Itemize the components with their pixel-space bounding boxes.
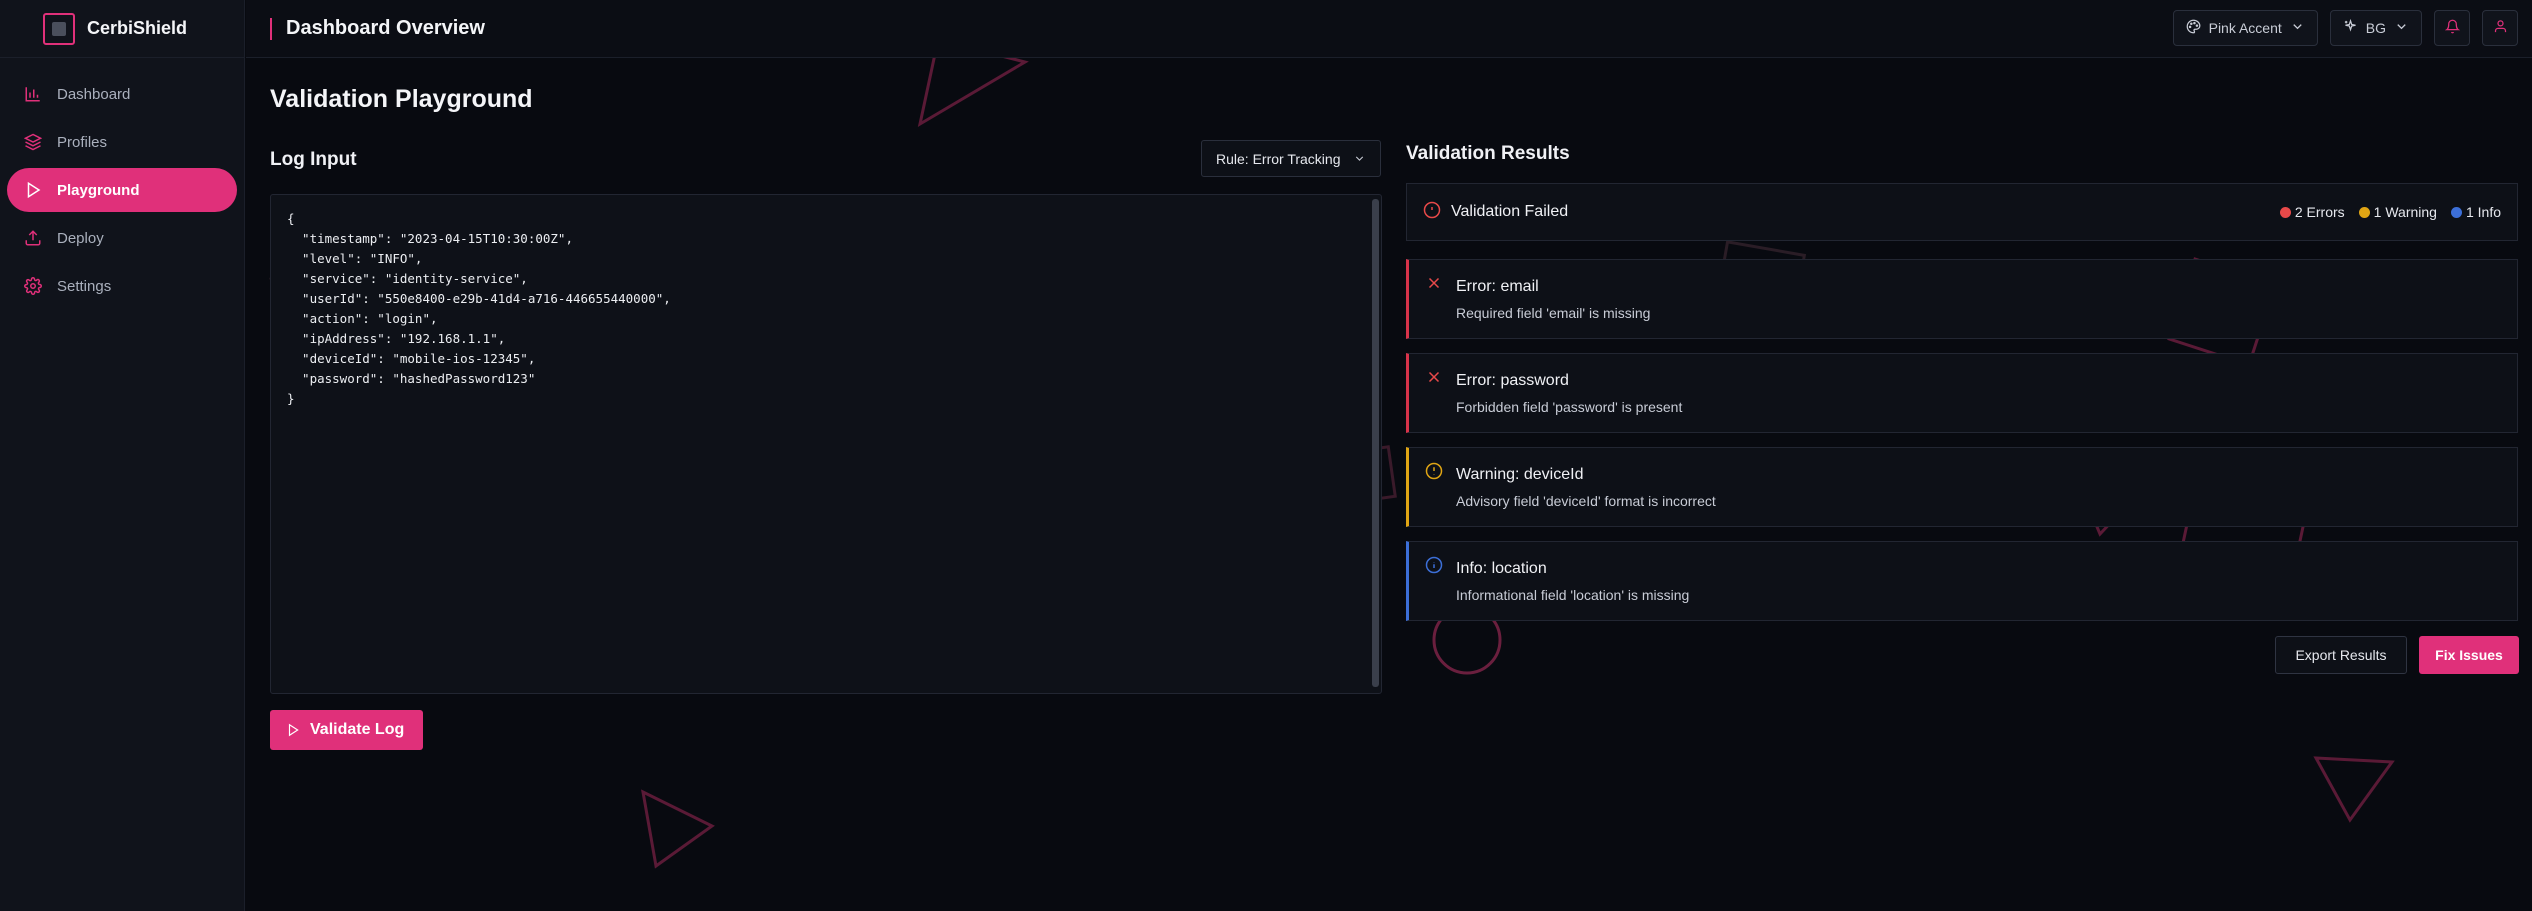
result-title: Error: password xyxy=(1456,372,1569,389)
header-title: Dashboard Overview xyxy=(286,17,485,39)
result-item-info-location[interactable]: Info: location Informational field 'loca… xyxy=(1406,541,2518,621)
sidebar-item-deploy[interactable]: Deploy xyxy=(7,216,237,260)
alert-circle-icon xyxy=(1425,462,1443,480)
info-icon xyxy=(1425,556,1443,574)
sidebar-item-dashboard[interactable]: Dashboard xyxy=(7,72,237,116)
result-message: Informational field 'location' is missin… xyxy=(1456,587,1690,603)
background-select-label: BG xyxy=(2365,20,2386,36)
sidebar-item-settings[interactable]: Settings xyxy=(7,264,237,308)
brand-logo-icon xyxy=(43,12,75,45)
rule-select[interactable]: Rule: Error Tracking xyxy=(1201,140,1381,177)
export-results-button[interactable]: Export Results xyxy=(2275,636,2407,674)
result-message: Required field 'email' is missing xyxy=(1456,305,1651,321)
validation-status: Validation Failed xyxy=(1451,203,1569,220)
upload-icon xyxy=(23,228,43,248)
alert-circle-icon xyxy=(1423,201,1441,224)
result-title: Warning: deviceId xyxy=(1456,466,1584,483)
top-header: Dashboard Overview Pink Accent BG xyxy=(246,0,2532,58)
layers-icon xyxy=(23,132,43,152)
header-actions: Pink Accent BG xyxy=(2172,10,2518,46)
brand-name: CerbiShield xyxy=(87,18,188,38)
editor-scrollbar[interactable] xyxy=(1372,199,1379,687)
brand: CerbiShield xyxy=(0,0,244,58)
log-input-editor[interactable]: { "timestamp": "2023-04-15T10:30:00Z", "… xyxy=(270,194,1382,694)
sidebar: CerbiShield Dashboard Profiles Playgroun… xyxy=(0,0,245,911)
sidebar-item-label: Playground xyxy=(57,181,140,199)
header-accent-bar xyxy=(270,17,272,40)
sidebar-item-label: Deploy xyxy=(57,229,104,247)
validate-log-label: Validate Log xyxy=(310,721,405,738)
log-input-code[interactable]: { "timestamp": "2023-04-15T10:30:00Z", "… xyxy=(271,195,1381,423)
result-item-warning-deviceid[interactable]: Warning: deviceId Advisory field 'device… xyxy=(1406,447,2518,527)
sidebar-item-playground[interactable]: Playground xyxy=(7,168,237,212)
chevron-down-icon xyxy=(2394,19,2409,37)
rule-select-label: Rule: Error Tracking xyxy=(1216,150,1341,167)
chevron-down-icon xyxy=(1355,156,1364,161)
play-icon xyxy=(23,180,43,200)
palette-icon xyxy=(2186,19,2201,37)
fix-issues-button[interactable]: Fix Issues xyxy=(2419,636,2519,674)
validate-log-button[interactable]: Validate Log xyxy=(270,710,423,750)
result-item-error-email[interactable]: Error: email Required field 'email' is m… xyxy=(1406,259,2518,339)
sidebar-item-label: Profiles xyxy=(57,133,108,151)
theme-select[interactable]: Pink Accent xyxy=(2172,10,2318,46)
result-title: Info: location xyxy=(1456,560,1547,577)
result-title: Error: email xyxy=(1456,278,1539,295)
theme-select-label: Pink Accent xyxy=(2208,20,2282,36)
info-count: 1 Info xyxy=(2450,204,2501,220)
user-icon xyxy=(2493,19,2508,37)
gear-icon xyxy=(23,276,43,296)
chevron-down-icon xyxy=(2290,19,2305,37)
warning-count: 1 Warning xyxy=(2358,204,2437,220)
background-select[interactable]: BG xyxy=(2329,10,2422,46)
result-counts: 2 Errors 1 Warning 1 Info xyxy=(2279,204,2501,220)
play-icon xyxy=(288,723,299,737)
page-title: Validation Playground xyxy=(270,85,533,113)
sidebar-item-label: Settings xyxy=(57,277,112,295)
user-menu-button[interactable] xyxy=(2482,10,2518,46)
sidebar-item-profiles[interactable]: Profiles xyxy=(7,120,237,164)
result-message: Forbidden field 'password' is present xyxy=(1456,399,1683,415)
x-icon xyxy=(1425,274,1443,292)
sparkles-icon xyxy=(2343,18,2358,37)
sidebar-nav: Dashboard Profiles Playground Deploy Set… xyxy=(0,58,244,308)
notifications-button[interactable] xyxy=(2434,10,2470,46)
validation-summary: Validation Failed 2 Errors 1 Warning 1 I… xyxy=(1406,183,2518,241)
result-message: Advisory field 'deviceId' format is inco… xyxy=(1456,493,1716,509)
validation-results-title: Validation Results xyxy=(1406,143,1570,164)
result-item-error-password[interactable]: Error: password Forbidden field 'passwor… xyxy=(1406,353,2518,433)
bell-icon xyxy=(2444,19,2460,37)
error-count: 2 Errors xyxy=(2279,204,2345,220)
sidebar-item-label: Dashboard xyxy=(57,85,131,103)
bar-chart-icon xyxy=(23,84,43,104)
log-input-title: Log Input xyxy=(270,149,357,170)
x-icon xyxy=(1425,368,1443,386)
